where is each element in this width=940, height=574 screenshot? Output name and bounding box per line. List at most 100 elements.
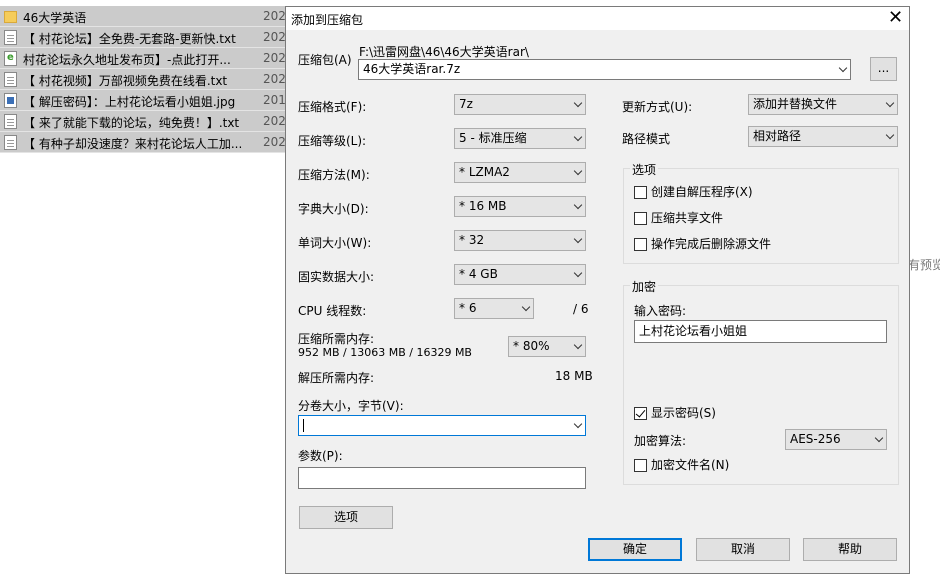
word-value: * 32 [459,233,485,247]
image-file-icon [4,93,17,108]
file-name: 【 村花论坛】全免费-无套路-更新快.txt [23,32,236,46]
options-group-title: 选项 [630,161,659,178]
word-select[interactable]: * 32 [454,230,586,251]
chevron-down-icon [886,101,894,109]
format-select[interactable]: 7z [454,94,586,115]
options-button[interactable]: 选项 [299,506,393,529]
cancel-button[interactable]: 取消 [696,538,790,561]
ok-button[interactable]: 确定 [588,538,682,561]
chevron-down-icon [875,436,883,444]
path-mode-value: 相对路径 [753,129,802,143]
params-label: 参数(P): [298,449,343,463]
encryption-method-value: AES-256 [790,432,841,446]
file-date: 202 [263,72,286,86]
browse-button[interactable]: ... [870,57,897,81]
path-mode-select[interactable]: 相对路径 [748,126,898,147]
file-date: 202 [263,9,286,23]
folder-icon [4,11,17,23]
update-mode-select[interactable]: 添加并替换文件 [748,94,898,115]
chevron-down-icon [839,66,847,74]
show-password-checkbox[interactable]: 显示密码(S) [634,406,716,422]
file-name: 46大学英语 [23,11,87,25]
help-button[interactable]: 帮助 [803,538,897,561]
mem-decompress-label: 解压所需内存: [298,371,375,385]
file-name: 村花论坛永久地址发布页】-点此打开... [23,53,231,67]
checkbox-box [634,212,647,225]
close-button[interactable]: ✕ [882,7,909,30]
file-row[interactable]: 村花论坛永久地址发布页】-点此打开... 202 [0,48,286,69]
level-value: 5 - 标准压缩 [459,131,527,145]
solid-select[interactable]: * 4 GB [454,264,586,285]
method-label: 压缩方法(M): [298,168,370,182]
txt-file-icon [4,114,17,129]
cpu-select[interactable]: * 6 [454,298,534,319]
method-select[interactable]: * LZMA2 [454,162,586,183]
mem-decompress-value: 18 MB [555,369,593,383]
dict-select[interactable]: * 16 MB [454,196,586,217]
params-input[interactable] [298,467,586,489]
dict-label: 字典大小(D): [298,202,369,216]
shared-files-checkbox[interactable]: 压缩共享文件 [634,211,723,227]
archive-path: F:\迅雷网盘\46\46大学英语rar\ [359,45,529,59]
screen: 46大学英语 202 【 村花论坛】全免费-无套路-更新快.txt 202 村花论坛… [0,0,940,574]
mem-usage-select[interactable]: * 80% [508,336,586,357]
cpu-value: * 6 [459,301,477,315]
encryption-group: 加密 输入密码: 上村花论坛看小姐姐 显示密码(S) 加密算法: AES-256… [623,278,899,485]
checkbox-box [634,459,647,472]
level-select[interactable]: 5 - 标准压缩 [454,128,586,149]
file-date: 202 [263,51,286,65]
chevron-down-icon [574,422,582,430]
update-mode-label: 更新方式(U): [622,100,693,114]
checkbox-box [634,238,647,251]
split-size-combo[interactable] [298,415,586,436]
add-to-archive-dialog: 添加到压缩包 ✕ 压缩包(A) F:\迅雷网盘\46\46大学英语rar\ 46… [285,6,910,574]
close-icon: ✕ [887,7,904,28]
file-date: 202 [263,30,286,44]
file-row[interactable]: 【 来了就能下载的论坛，纯免费！】.txt 202 [0,111,286,132]
chevron-down-icon [574,203,582,211]
cpu-total: / 6 [573,302,589,316]
chevron-down-icon [574,271,582,279]
preview-hint: 有预览 [908,258,940,272]
dialog-title: 添加到压缩包 [291,13,364,27]
path-mode-label: 路径模式 [622,132,671,146]
archive-name-value: 46大学英语rar.7z [363,62,461,76]
mem-usage-value: * 80% [513,339,550,353]
encryption-group-title: 加密 [630,278,659,295]
chevron-down-icon [522,305,530,313]
file-date: 201 [263,93,286,107]
txt-file-icon [4,30,17,45]
update-mode-value: 添加并替换文件 [753,97,838,111]
options-group: 选项 创建自解压程序(X) 压缩共享文件 操作完成后删除源文件 [623,161,899,264]
chevron-down-icon [574,135,582,143]
file-name: 【 有种子却没速度？来村花论坛人工加... [23,137,243,151]
password-input[interactable]: 上村花论坛看小姐姐 [634,320,887,343]
file-row[interactable]: 46大学英语 202 [0,6,286,27]
checkbox-box [634,186,647,199]
encrypt-filenames-checkbox[interactable]: 加密文件名(N) [634,458,729,474]
file-row[interactable]: 【 有种子却没速度？来村花论坛人工加... 202 [0,132,286,153]
archive-label: 压缩包(A) [298,53,352,67]
web-shortcut-icon [4,51,17,66]
txt-file-icon [4,72,17,87]
shared-files-label: 压缩共享文件 [651,211,724,225]
solid-value: * 4 GB [459,267,498,281]
file-row[interactable]: 【 解压密码】：上村花论坛看小姐姐.jpg 201 [0,90,286,111]
cpu-label: CPU 线程数: [298,304,367,318]
encryption-method-select[interactable]: AES-256 [785,429,887,450]
archive-name-combo[interactable]: 46大学英语rar.7z [358,59,851,80]
file-row[interactable]: 【 村花论坛】全免费-无套路-更新快.txt 202 [0,27,286,48]
sfx-checkbox[interactable]: 创建自解压程序(X) [634,185,753,201]
title-bar[interactable]: 添加到压缩包 ✕ [286,7,909,30]
file-row[interactable]: 【 村花视频】万部视频免费在线看.txt 202 [0,69,286,90]
delete-after-checkbox[interactable]: 操作完成后删除源文件 [634,237,771,253]
chevron-down-icon [574,169,582,177]
password-label: 输入密码: [634,304,687,318]
encrypt-filenames-label: 加密文件名(N) [651,458,730,472]
file-name: 【 村花视频】万部视频免费在线看.txt [23,74,228,88]
delete-after-label: 操作完成后删除源文件 [651,237,772,251]
file-name: 【 来了就能下载的论坛，纯免费！】.txt [23,116,240,130]
file-name: 【 解压密码】：上村花论坛看小姐姐.jpg [23,95,236,109]
level-label: 压缩等级(L): [298,134,367,148]
checkbox-box [634,407,647,420]
